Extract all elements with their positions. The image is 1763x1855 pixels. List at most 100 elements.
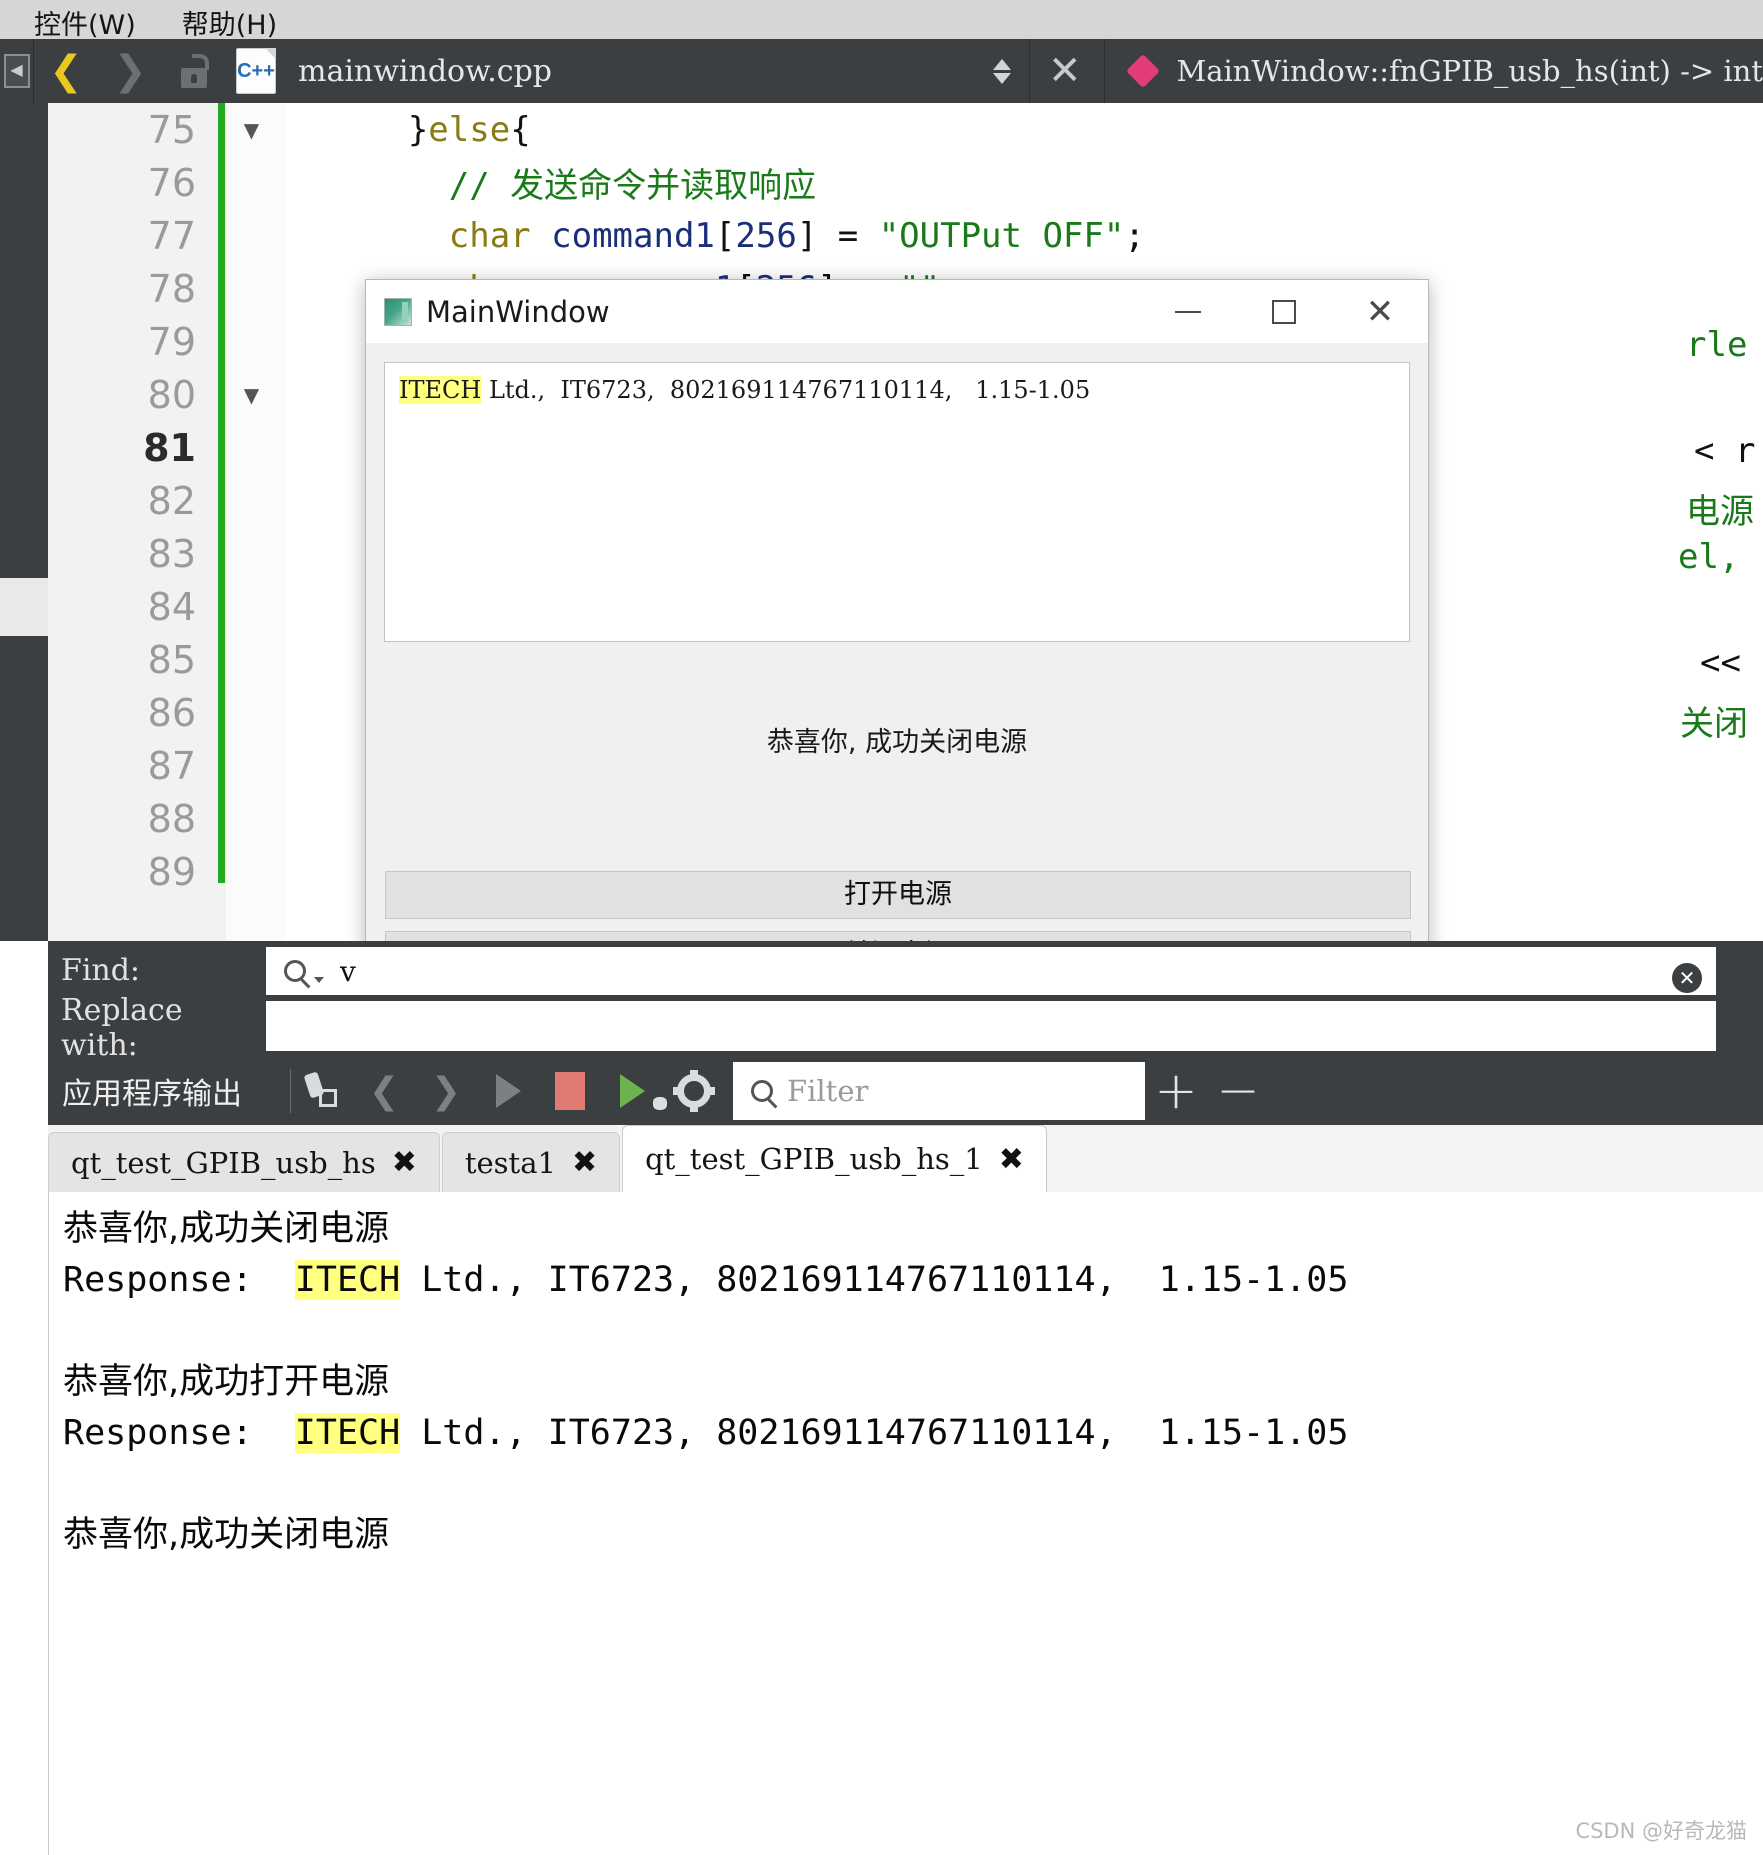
- clear-circle-icon[interactable]: ✕: [1672, 963, 1702, 993]
- split-selector-icon[interactable]: [992, 58, 1011, 84]
- console-line: 恭喜你,成功关闭电源: [63, 1209, 390, 1249]
- add-pane-button[interactable]: +: [1145, 1061, 1207, 1121]
- menu-item-help[interactable]: 帮助(H): [182, 3, 277, 42]
- line-number: 75: [147, 107, 196, 152]
- line-number: 76: [147, 160, 196, 205]
- vendor-highlight: ITECH: [399, 376, 482, 404]
- menu-bar: 控件(W) 帮助(H): [0, 0, 1763, 44]
- navigate-back-button[interactable]: ❮: [34, 39, 98, 103]
- minimize-icon: [1175, 310, 1201, 313]
- run-button[interactable]: [477, 1057, 539, 1125]
- output-console[interactable]: 恭喜你,成功关闭电源 Response: ITECH Ltd., IT6723,…: [48, 1192, 1763, 1855]
- unlocked-padlock-icon: [179, 54, 209, 88]
- prev-item-icon: ❮: [368, 1070, 400, 1112]
- code-fragment: < r: [1694, 431, 1756, 471]
- code-fragment: <<: [1700, 643, 1741, 683]
- find-replace-bar: Find: v ✕ Replace with:: [48, 941, 1763, 1063]
- dock-collapse-button[interactable]: ◀: [0, 39, 33, 103]
- clear-output-button[interactable]: [291, 1057, 353, 1125]
- line-number: 85: [147, 637, 196, 682]
- line-number: 77: [147, 213, 196, 258]
- close-icon[interactable]: ✖: [572, 1145, 597, 1180]
- mainwindow-dialog[interactable]: MainWindow ✕ ITECH Ltd., IT6723, 8021691…: [365, 279, 1429, 1014]
- run-icon: [495, 1074, 521, 1108]
- vendor-highlight: ITECH: [294, 1413, 401, 1453]
- line-number: 86: [147, 690, 196, 735]
- editor-line[interactable]: 75 ▼ }else{: [0, 103, 1763, 156]
- code-fragment: 关闭: [1680, 704, 1748, 744]
- search-dropdown-icon[interactable]: [284, 960, 306, 982]
- remove-pane-button[interactable]: −: [1207, 1061, 1269, 1121]
- stop-button[interactable]: [539, 1057, 601, 1125]
- symbol-selector[interactable]: MainWindow::fnGPIB_usb_hs(int) -> int: [1177, 54, 1763, 88]
- find-input[interactable]: v ✕: [266, 947, 1716, 995]
- close-icon[interactable]: ✖: [392, 1145, 417, 1180]
- close-document-button[interactable]: ✕: [1048, 48, 1082, 94]
- debug-run-button[interactable]: [601, 1057, 667, 1125]
- minimize-button[interactable]: [1140, 280, 1236, 344]
- open-file-name[interactable]: mainwindow.cpp: [298, 54, 552, 89]
- toolbar-divider-3: [1103, 39, 1105, 103]
- find-input-value: v: [340, 954, 356, 988]
- dialog-body: ITECH Ltd., IT6723, 802169114767110114, …: [366, 344, 1428, 759]
- menu-item-widgets[interactable]: 控件(W): [34, 3, 136, 42]
- output-tab-active[interactable]: qt_test_GPIB_usb_hs_1 ✖: [622, 1125, 1047, 1192]
- output-tab[interactable]: qt_test_GPIB_usb_hs ✖: [48, 1132, 440, 1192]
- watermark: CSDN @好奇龙猫: [1575, 1819, 1747, 1843]
- vendor-highlight: ITECH: [294, 1260, 401, 1300]
- line-number: 81: [143, 425, 196, 470]
- replace-row: Replace with:: [48, 993, 266, 1063]
- fold-arrow-icon[interactable]: ▼: [218, 383, 285, 407]
- response-rest: Ltd., IT6723, 802169114767110114, 1.15-1…: [400, 1413, 1349, 1453]
- navigate-forward-button[interactable]: ❯: [98, 39, 162, 103]
- filter-input[interactable]: Filter: [733, 1062, 1145, 1120]
- function-diamond-icon: [1125, 54, 1160, 88]
- toolbar-divider-2: [1028, 39, 1030, 103]
- dock-collapse-icon: ◀: [3, 54, 30, 88]
- editor-line[interactable]: 76 // 发送命令并读取响应: [0, 156, 1763, 209]
- dialog-close-button[interactable]: ✕: [1332, 280, 1428, 344]
- replace-input[interactable]: [266, 1001, 1716, 1051]
- close-icon[interactable]: ✖: [999, 1142, 1024, 1177]
- find-row: Find:: [48, 941, 266, 999]
- line-number: 82: [147, 478, 196, 523]
- line-number: 89: [147, 849, 196, 894]
- line-number: 79: [147, 319, 196, 364]
- settings-gear-icon: [673, 1070, 715, 1112]
- response-rest: Ltd., IT6723, 802169114767110114, 1.15-1…: [400, 1260, 1349, 1300]
- lock-toggle-button[interactable]: [162, 39, 226, 103]
- debug-run-icon: [619, 1074, 667, 1110]
- response-textarea[interactable]: ITECH Ltd., IT6723, 802169114767110114, …: [384, 362, 1410, 642]
- response-line: ITECH Ltd., IT6723, 802169114767110114, …: [399, 376, 1395, 404]
- code-fragment: rle: [1686, 325, 1748, 365]
- output-tab-label: qt_test_GPIB_usb_hs_1: [645, 1142, 983, 1176]
- stop-icon: [555, 1072, 585, 1110]
- output-pane-header: 应用程序输出 ❮ ❯ Filter + −: [48, 1057, 1763, 1125]
- output-settings-button[interactable]: [663, 1057, 725, 1125]
- cpp-file-icon: C++: [236, 48, 276, 94]
- next-item-button[interactable]: ❯: [415, 1057, 477, 1125]
- application-window-icon: [384, 297, 412, 326]
- editor-toolbar: ◀ ❮ ❯ C++ mainwindow.cpp ✕ MainWindow::f…: [0, 39, 1763, 103]
- line-number: 84: [147, 584, 196, 629]
- editor-line[interactable]: 77 char command1[256] = "OUTPut OFF";: [0, 209, 1763, 262]
- console-line: Response: ITECH Ltd., IT6723, 8021691147…: [63, 1408, 1763, 1459]
- dialog-title-bar[interactable]: MainWindow ✕: [366, 280, 1428, 344]
- response-prefix: Response:: [63, 1413, 295, 1453]
- output-pane-title: 应用程序输出: [62, 1077, 242, 1112]
- code-fragment: 电源: [1686, 492, 1754, 532]
- fold-arrow-icon[interactable]: ▼: [218, 118, 285, 142]
- search-dropdown-icon: [751, 1080, 773, 1102]
- output-tab-label: qt_test_GPIB_usb_hs: [71, 1145, 376, 1180]
- open-power-button[interactable]: 打开电源: [385, 871, 1411, 919]
- dialog-title: MainWindow: [426, 294, 610, 329]
- maximize-icon: [1272, 299, 1296, 324]
- maximize-button[interactable]: [1236, 280, 1332, 344]
- console-line: 恭喜你,成功关闭电源: [63, 1515, 390, 1555]
- output-tab[interactable]: testa1 ✖: [441, 1132, 621, 1192]
- prev-item-button[interactable]: ❮: [353, 1057, 415, 1125]
- response-prefix: Response:: [63, 1260, 295, 1300]
- line-number: 88: [147, 796, 196, 841]
